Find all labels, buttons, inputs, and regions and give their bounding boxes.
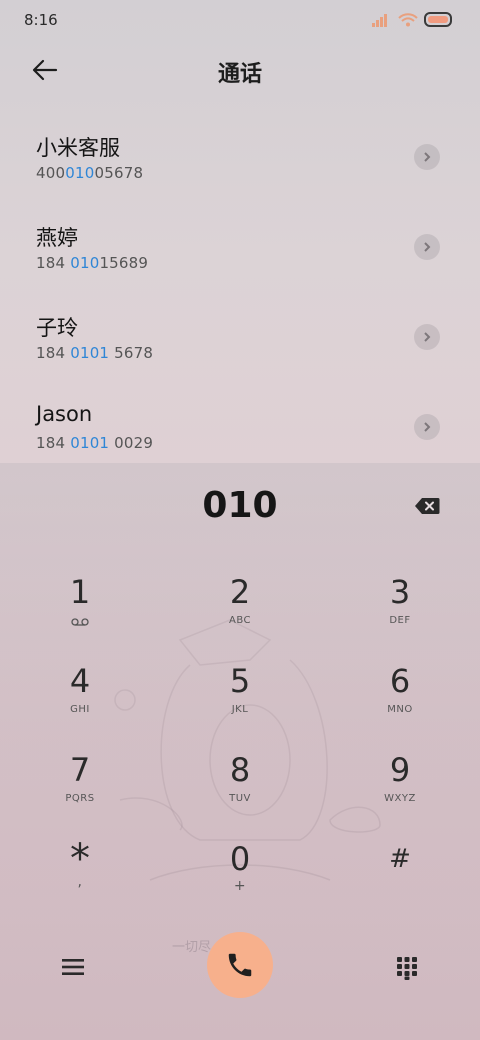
header: 通话 [0,48,480,92]
key-star[interactable]: * , [20,836,140,920]
key-9[interactable]: 9 WXYZ [340,751,460,831]
key-1[interactable]: 1 [20,573,140,653]
key-digit: 3 [389,573,411,611]
key-letters: DEF [389,615,411,626]
key-digit: 2 [229,573,251,611]
backspace-icon[interactable] [414,497,440,515]
dialer-bottom-bar [0,930,480,1000]
number-match: 010 [65,164,95,182]
contact-row[interactable]: 小米客服 40001005678 [0,112,480,202]
contact-number: 184 0101 0029 [36,434,154,452]
key-8[interactable]: 8 TUV [180,751,300,831]
key-digit: 4 [69,662,91,700]
key-hash[interactable]: # [340,840,460,920]
status-bar: 8:16 [0,0,480,40]
key-letters: JKL [231,704,249,715]
contact-row[interactable]: 燕婷 184 01015689 [0,202,480,292]
key-6[interactable]: 6 MNO [340,662,460,742]
call-button[interactable] [207,932,273,998]
key-4[interactable]: 4 GHI [20,662,140,742]
signal-icon [372,13,387,27]
chevron-right-icon[interactable] [414,144,440,170]
key-letters: ABC [228,615,251,626]
voicemail-icon [71,618,89,626]
key-letters: , [77,874,83,890]
contact-name: Jason [36,402,93,426]
key-digit: 8 [229,751,251,789]
menu-icon[interactable] [62,958,84,976]
contact-name: 小米客服 [36,136,120,160]
key-letters: TUV [229,793,251,804]
contact-number: 40001005678 [36,164,144,182]
chevron-right-icon[interactable] [414,234,440,260]
key-letters: + [233,878,247,894]
dial-input[interactable]: 010 [0,485,480,526]
number-match: 0101 [70,434,110,452]
key-digit: 6 [389,662,411,700]
key-digit: 7 [69,751,91,789]
key-digit: 9 [389,751,411,789]
contact-row[interactable]: 子玲 184 0101 5678 [0,292,480,382]
status-icons [372,12,452,27]
contact-row[interactable]: Jason 184 0101 0029 [0,382,480,472]
contact-name: 燕婷 [36,226,78,250]
battery-icon [424,12,452,27]
key-3[interactable]: 3 DEF [340,573,460,653]
key-letters: WXYZ [384,793,416,804]
contact-number: 184 0101 5678 [36,344,154,362]
key-letters: MNO [387,704,413,715]
key-digit: 5 [229,662,251,700]
key-5[interactable]: 5 JKL [180,662,300,742]
contact-name: 子玲 [36,316,78,340]
key-letters: GHI [70,704,90,715]
number-match: 010 [70,254,100,272]
status-time: 8:16 [24,11,58,29]
contact-list: 小米客服 40001005678 燕婷 184 01015689 子玲 184 … [0,112,480,472]
key-7[interactable]: 7 PQRS [20,751,140,831]
wifi-icon [398,12,418,26]
chevron-right-icon[interactable] [414,414,440,440]
key-2[interactable]: 2 ABC [180,573,300,653]
phone-icon [228,953,252,977]
key-digit: 1 [69,573,91,611]
keypad-icon[interactable] [396,956,418,980]
page-title: 通话 [217,62,262,87]
key-digit: 0 [229,840,251,878]
key-letters: PQRS [65,793,95,804]
number-match: 0101 [70,344,110,362]
contact-number: 184 01015689 [36,254,149,272]
key-0[interactable]: 0 + [180,840,300,920]
key-digit: * [70,836,90,882]
chevron-right-icon[interactable] [414,324,440,350]
dialer-panel: 010 1 2 ABC 3 DEF 4 GHI 5 JKL 6 MNO 7 PQ… [0,463,480,1040]
key-digit: # [389,844,411,874]
